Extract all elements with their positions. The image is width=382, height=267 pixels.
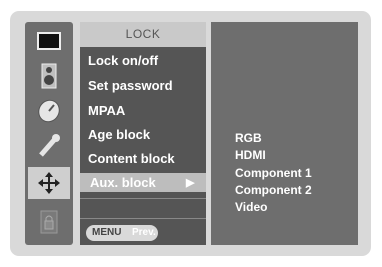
osd-panel: LOCK Lock on/off Set password MPAA Age b… (25, 22, 358, 245)
menu-item-set-password[interactable]: Set password (88, 78, 173, 93)
menu-item-aux-block-label: Aux. block (90, 175, 156, 190)
menu-divider (80, 198, 206, 199)
lock-menu: LOCK Lock on/off Set password MPAA Age b… (80, 22, 206, 245)
time-category[interactable] (28, 95, 70, 127)
lock-category[interactable] (28, 167, 70, 199)
clock-icon (38, 99, 60, 123)
menu-item-aux-block[interactable]: Aux. block ▶ (80, 173, 206, 192)
source-item-component-2[interactable]: Component 2 (235, 183, 312, 197)
menu-button-label: MENU (92, 227, 122, 238)
aux-block-submenu: RGB HDMI Component 1 Component 2 Video (211, 22, 358, 245)
right-arrow-icon: ▶ (186, 177, 195, 189)
menu-prev-button[interactable]: MENU Prev. (86, 225, 158, 241)
menu-divider (80, 218, 206, 219)
category-icon-bar (25, 22, 73, 245)
menu-title: LOCK (80, 22, 206, 47)
source-item-hdmi[interactable]: HDMI (235, 148, 266, 162)
source-item-component-1[interactable]: Component 1 (235, 166, 312, 180)
menu-item-lock-on-off[interactable]: Lock on/off (88, 53, 158, 68)
speaker-icon (41, 63, 57, 89)
option-category[interactable] (28, 130, 70, 162)
picture-category[interactable] (28, 25, 70, 57)
menu-item-age-block[interactable]: Age block (88, 127, 150, 142)
menu-item-mpaa[interactable]: MPAA (88, 103, 125, 118)
lock-subcategory[interactable] (28, 206, 70, 238)
source-item-video[interactable]: Video (235, 200, 267, 214)
lock-icon (40, 210, 58, 234)
picture-icon (37, 32, 61, 50)
source-item-rgb[interactable]: RGB (235, 131, 262, 145)
menu-item-content-block[interactable]: Content block (88, 151, 175, 166)
audio-category[interactable] (28, 60, 70, 92)
prev-label: Prev. (132, 227, 156, 238)
cross-arrows-icon (38, 172, 60, 194)
wrench-icon (39, 134, 60, 157)
